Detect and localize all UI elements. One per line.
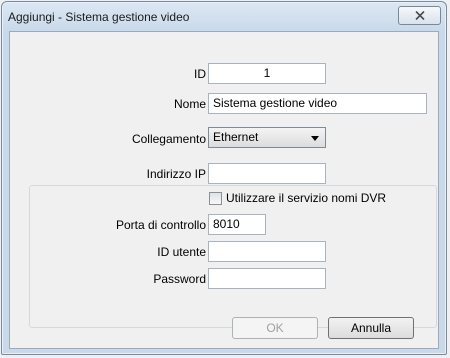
close-icon [415,11,425,20]
password-field[interactable] [208,268,326,289]
ip-address-field[interactable] [208,163,326,184]
dialog-window: Aggiungi - Sistema gestione video ID 1 N… [1,1,447,355]
dvr-name-service-label[interactable]: Utilizzare il servizio nomi DVR [226,191,386,205]
id-label: ID [194,67,206,81]
desktop-background: Aggiungi - Sistema gestione video ID 1 N… [0,0,450,358]
chevron-down-icon [311,136,319,141]
name-label: Nome [173,97,206,111]
connection-dropdown[interactable]: Ethernet [208,127,326,148]
password-label: Password [153,272,206,286]
name-field[interactable]: Sistema gestione video [208,93,427,114]
control-port-field[interactable]: 8010 [208,214,266,235]
ip-label: Indirizzo IP [146,167,206,181]
ok-button[interactable]: OK [232,317,318,339]
cancel-button[interactable]: Annulla [328,317,414,339]
user-id-field[interactable] [208,241,326,262]
connection-selected-value: Ethernet [213,130,259,144]
id-field[interactable]: 1 [208,63,326,84]
dvr-name-service-checkbox[interactable] [209,192,222,205]
dialog-content: ID 1 Nome Sistema gestione video Collega… [9,31,439,349]
close-button[interactable] [398,6,441,25]
title-bar[interactable]: Aggiungi - Sistema gestione video [2,2,446,32]
user-id-label: ID utente [157,245,206,259]
connection-label: Collegamento [131,132,206,146]
control-port-label: Porta di controllo [115,218,206,232]
window-title: Aggiungi - Sistema gestione video [8,10,190,24]
